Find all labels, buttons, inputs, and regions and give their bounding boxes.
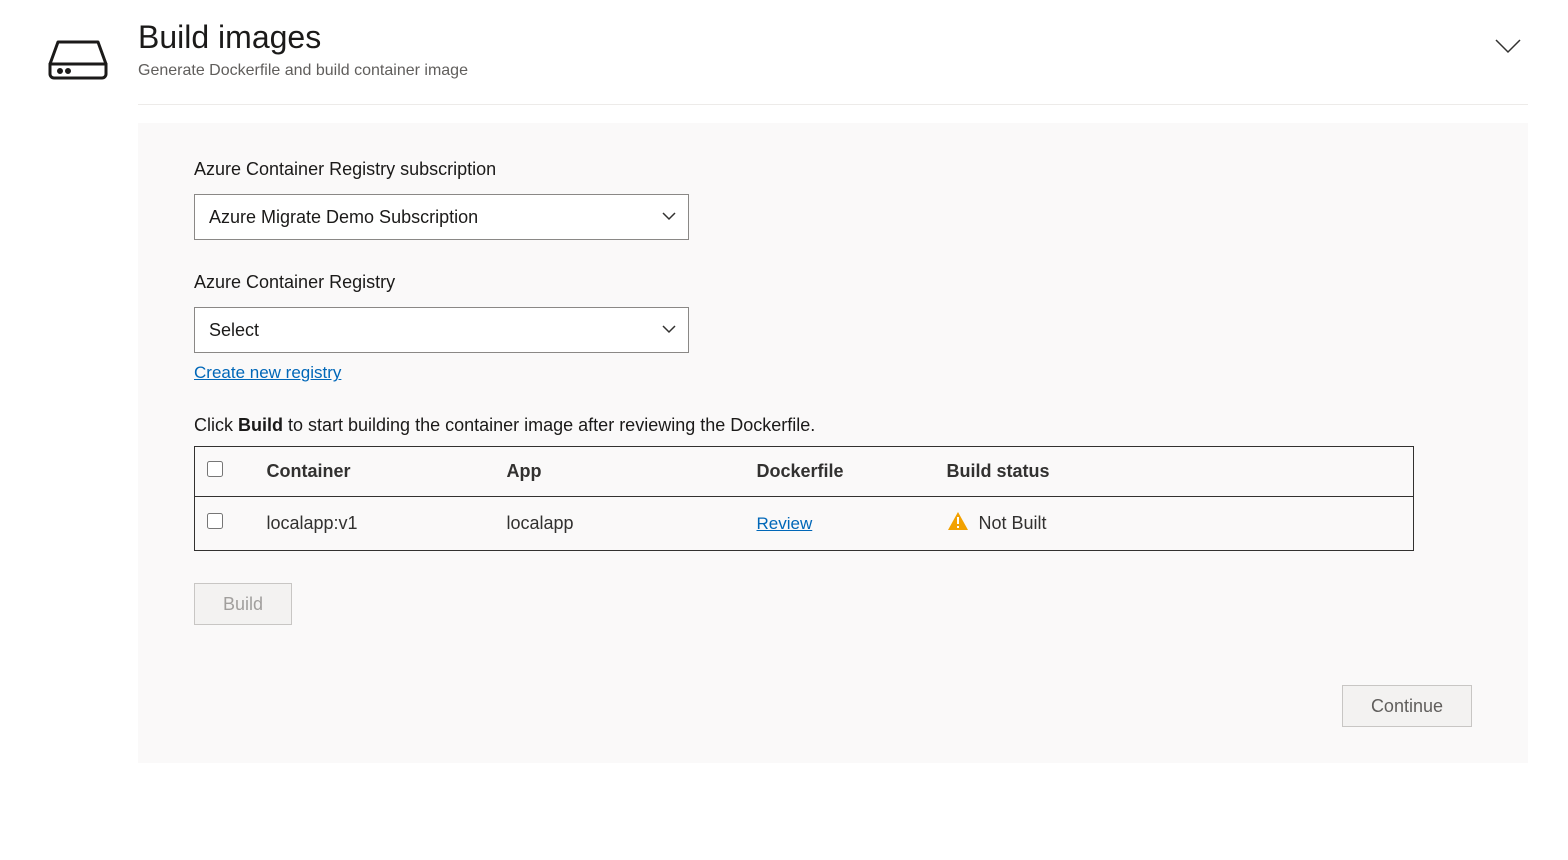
select-all-checkbox[interactable]	[207, 461, 223, 477]
status-text: Not Built	[979, 513, 1047, 534]
subscription-label: Azure Container Registry subscription	[194, 159, 1472, 180]
col-status: Build status	[935, 447, 1414, 497]
continue-button[interactable]: Continue	[1342, 685, 1472, 727]
storage-icon	[48, 38, 108, 763]
warning-icon	[947, 511, 969, 536]
subscription-value: Azure Migrate Demo Subscription	[209, 207, 478, 228]
cell-app: localapp	[495, 497, 745, 551]
table-row: localapp:v1 localapp Review	[195, 497, 1414, 551]
col-app: App	[495, 447, 745, 497]
col-container: Container	[255, 447, 495, 497]
col-dockerfile: Dockerfile	[745, 447, 935, 497]
registry-value: Select	[209, 320, 259, 341]
cell-container: localapp:v1	[255, 497, 495, 551]
row-checkbox[interactable]	[207, 513, 223, 529]
divider	[138, 104, 1528, 105]
build-button[interactable]: Build	[194, 583, 292, 625]
help-text: Click Build to start building the contai…	[194, 415, 1472, 436]
review-link[interactable]: Review	[757, 514, 813, 534]
registry-label: Azure Container Registry	[194, 272, 1472, 293]
page-subtitle: Generate Dockerfile and build container …	[138, 62, 468, 80]
page-title: Build images	[138, 18, 468, 56]
create-registry-link[interactable]: Create new registry	[194, 363, 341, 383]
subscription-select[interactable]: Azure Migrate Demo Subscription	[194, 194, 689, 240]
images-table: Container App Dockerfile Build status lo…	[194, 446, 1414, 551]
collapse-toggle[interactable]	[1492, 18, 1528, 61]
registry-select[interactable]: Select	[194, 307, 689, 353]
